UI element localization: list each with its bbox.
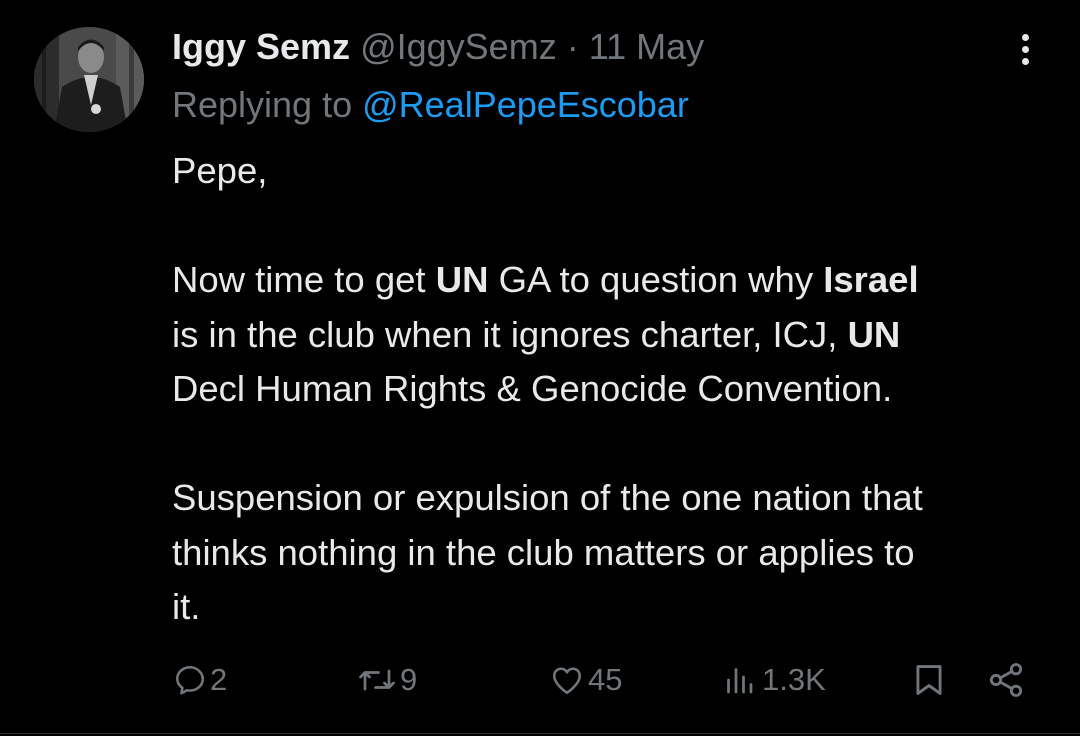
repost-button[interactable]: 9 <box>356 650 417 710</box>
like-button[interactable]: 45 <box>548 650 622 710</box>
views-icon <box>727 668 753 694</box>
tweet-header: Iggy Semz @IggySemz · 11 May <box>172 22 704 72</box>
avatar-photo <box>34 27 144 132</box>
replying-to-link[interactable]: @RealPepeEscobar <box>362 84 689 125</box>
repost-icon <box>359 669 395 691</box>
bookmark-button[interactable] <box>910 650 948 710</box>
author-handle[interactable]: @IggySemz <box>360 26 557 67</box>
author-avatar[interactable] <box>34 27 144 132</box>
tweet-date[interactable]: 11 May <box>589 26 704 67</box>
share-button[interactable] <box>986 650 1026 710</box>
heart-icon <box>552 667 582 695</box>
reply-count: 2 <box>210 662 228 697</box>
tweet-paragraph-3: Suspension or expulsion of the one natio… <box>172 477 923 627</box>
bookmark-icon <box>916 665 942 695</box>
like-count: 45 <box>588 662 623 697</box>
views-count: 1.3K <box>762 662 826 697</box>
tweet-paragraph-2: Now time to get UN GA to question why Is… <box>172 259 919 409</box>
views-button[interactable]: 1.3K <box>724 650 826 710</box>
tweet-actions: 2 9 45 1.3K <box>0 650 1080 710</box>
tweet-greeting: Pepe, <box>172 150 268 191</box>
tweet-text: Pepe, Now time to get UN GA to question … <box>172 144 1062 635</box>
reply-icon <box>175 665 205 695</box>
replying-to: Replying to @RealPepeEscobar <box>172 80 689 130</box>
share-icon <box>989 663 1023 697</box>
reply-button[interactable]: 2 <box>172 650 227 710</box>
replying-prefix: Replying to <box>172 84 363 125</box>
repost-count: 9 <box>400 662 418 697</box>
author-name[interactable]: Iggy Semz <box>172 26 350 67</box>
header-separator: · <box>566 26 579 67</box>
more-options-icon[interactable] <box>1008 30 1042 74</box>
divider <box>0 733 1080 734</box>
